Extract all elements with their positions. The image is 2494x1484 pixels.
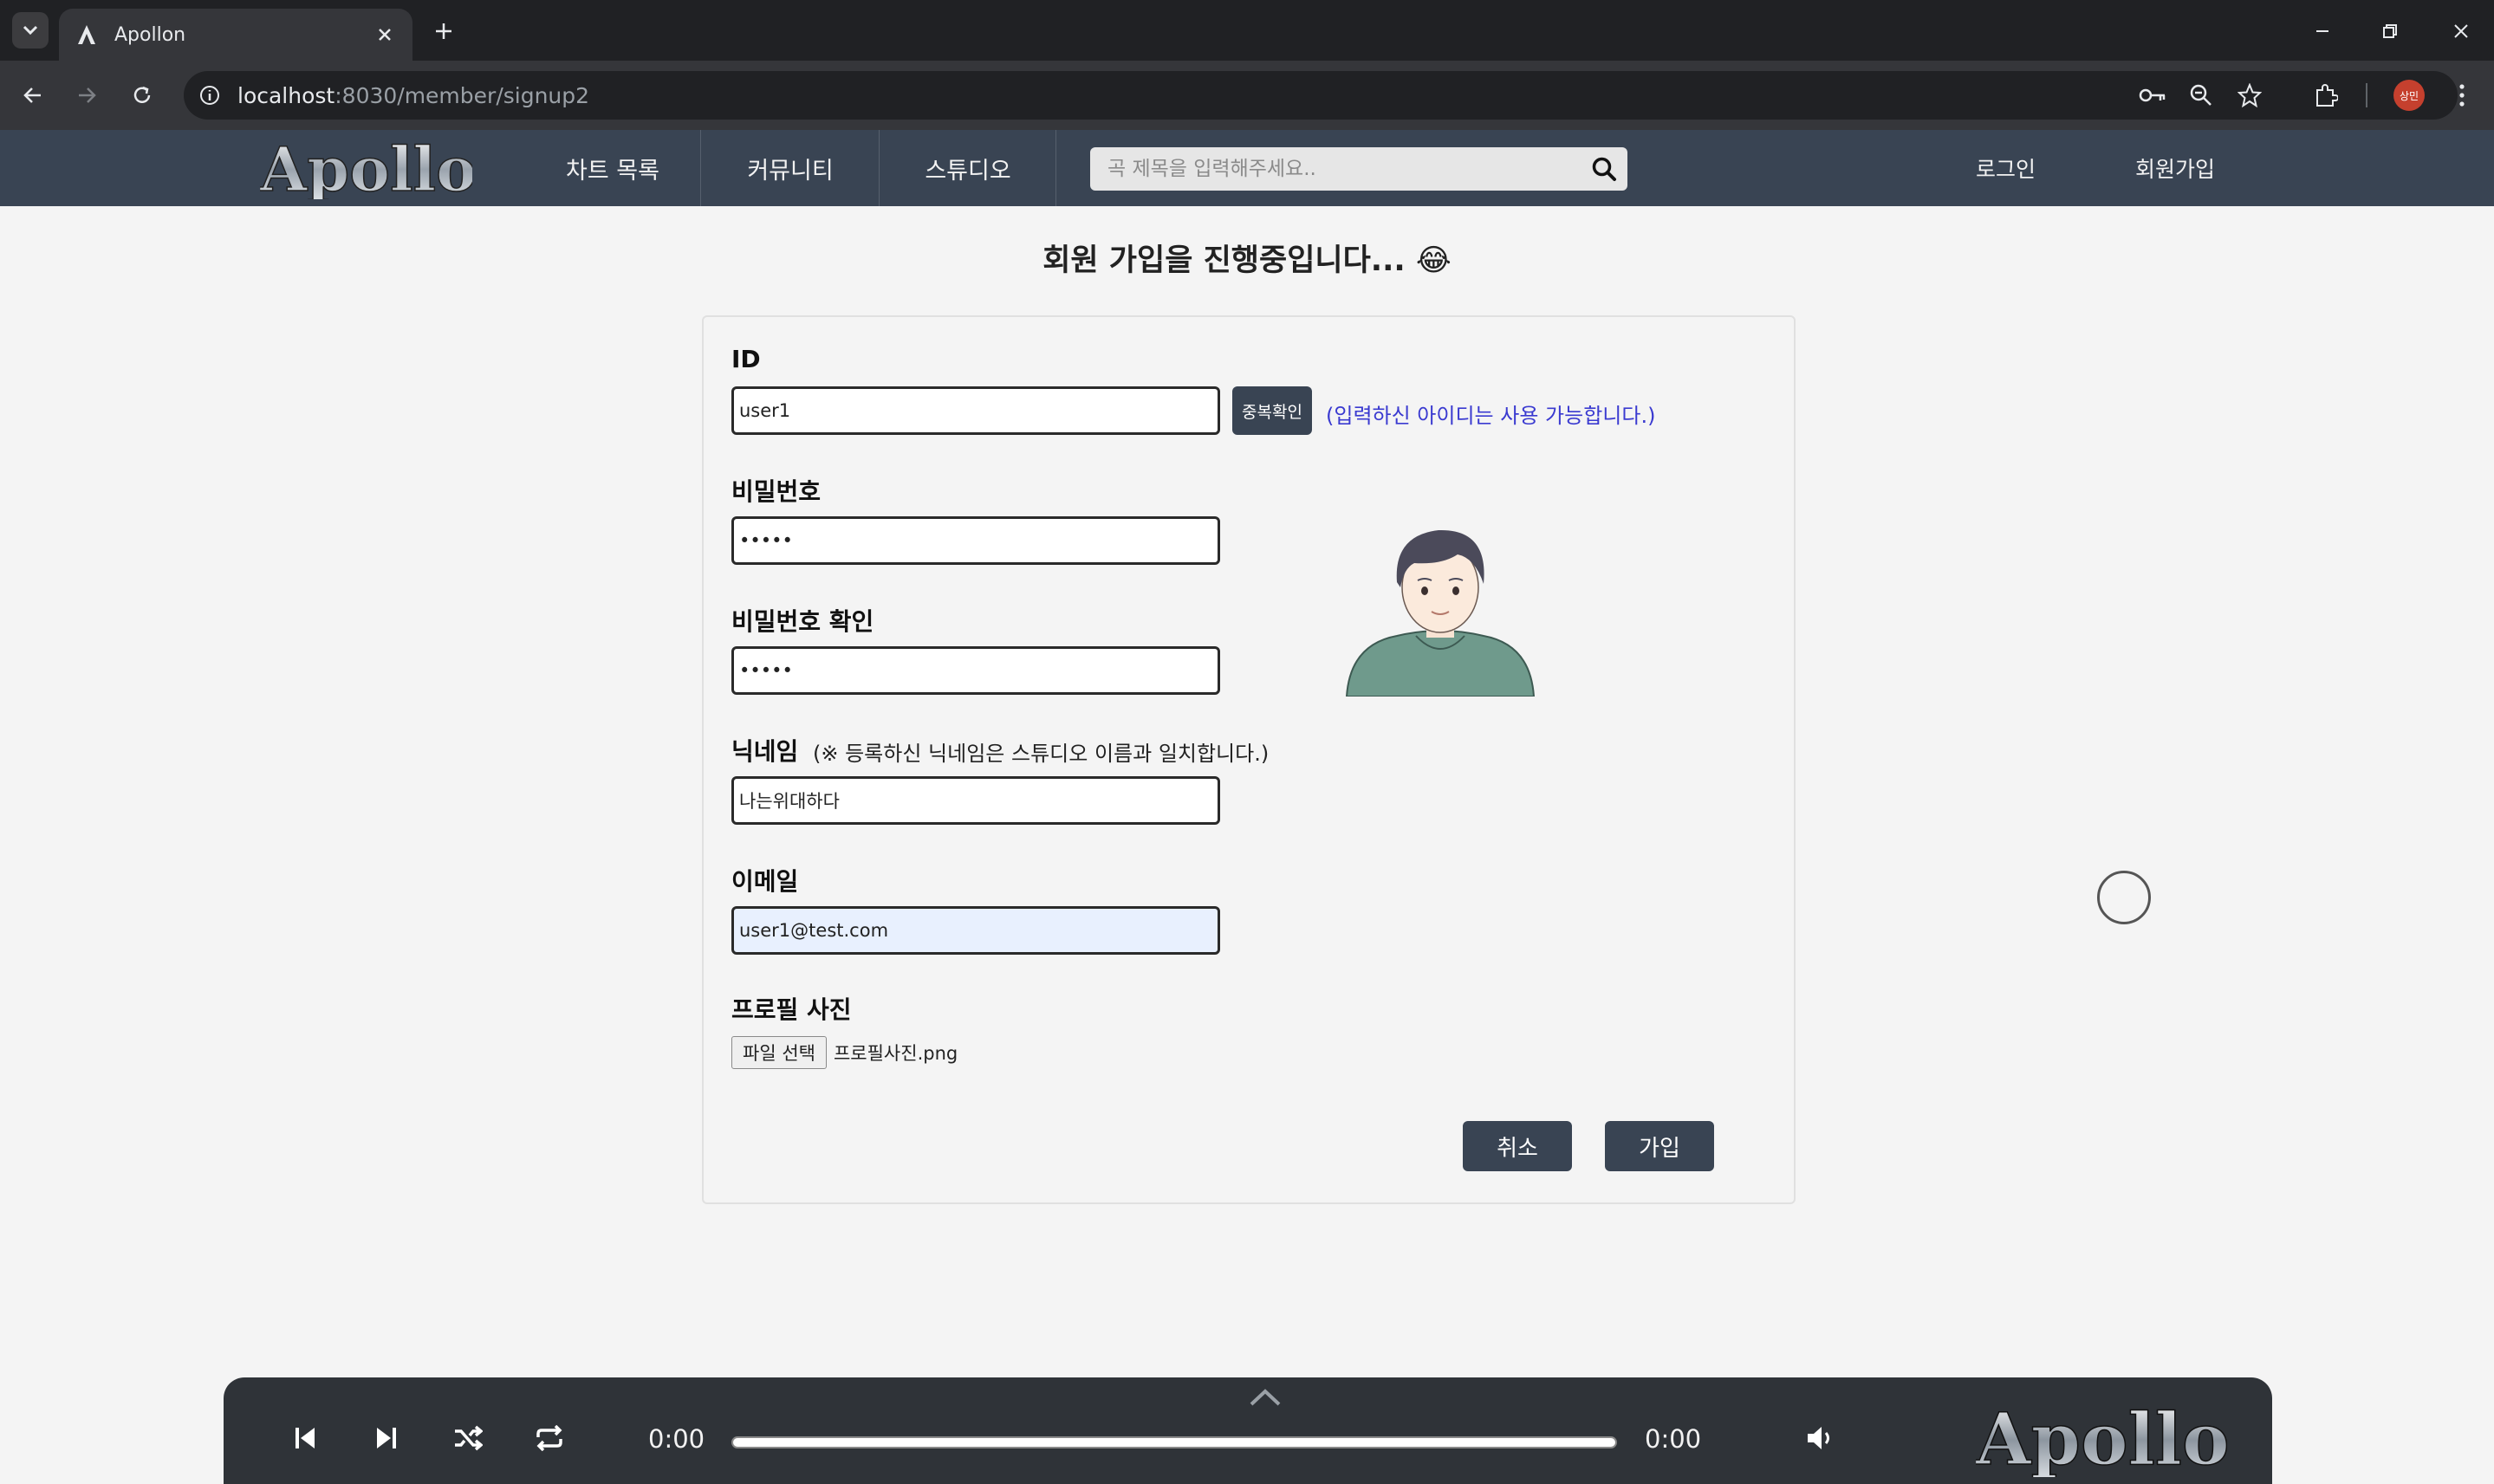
signup-form: ID 중복확인 (입력하신 아이디는 사용 가능합니다.) 비밀번호 비밀번호 … xyxy=(702,315,1796,1204)
arrow-left-icon xyxy=(23,87,41,103)
reload-button[interactable] xyxy=(125,78,159,113)
id-label: ID xyxy=(731,345,761,373)
zoom-icon[interactable] xyxy=(2185,80,2217,111)
tab-search-button[interactable] xyxy=(12,12,49,49)
toolbar-divider xyxy=(2366,83,2367,107)
search-icon[interactable] xyxy=(1589,154,1619,184)
current-time: 0:00 xyxy=(648,1424,705,1454)
restore-button[interactable] xyxy=(2371,12,2409,50)
svg-text:Apollon: Apollon xyxy=(260,137,472,199)
apollon-favicon-icon xyxy=(75,23,99,47)
site-header: Apollon 차트 목록 커뮤니티 스튜디오 로그인 회원가입 xyxy=(0,130,2494,206)
skip-next-icon xyxy=(377,1428,396,1448)
extensions-puzzle-icon[interactable] xyxy=(2310,80,2341,111)
song-search-input[interactable] xyxy=(1090,147,1575,191)
id-input[interactable] xyxy=(731,386,1220,435)
volume-icon xyxy=(1808,1427,1829,1449)
expand-player-button[interactable] xyxy=(1244,1384,1286,1410)
tab-title: Apollon xyxy=(114,23,186,46)
arrow-right-icon xyxy=(79,87,96,103)
shuffle-button[interactable] xyxy=(447,1417,489,1459)
password-label: 비밀번호 xyxy=(731,477,822,506)
nickname-label: 닉네임 xyxy=(731,737,799,766)
repeat-button[interactable] xyxy=(529,1417,570,1459)
nav-chart-list[interactable]: 차트 목록 xyxy=(537,130,688,206)
password-confirm-input[interactable] xyxy=(731,646,1220,695)
join-button[interactable]: 가입 xyxy=(1605,1121,1714,1171)
nav-divider xyxy=(879,130,880,206)
svg-text:Apollon: Apollon xyxy=(1976,1398,2227,1477)
apollon-logo[interactable]: Apollon xyxy=(260,137,472,199)
page-title: 회원 가입을 진행중입니다... 😂 xyxy=(1042,243,1452,278)
cancel-button[interactable]: 취소 xyxy=(1463,1121,1572,1171)
minimize-icon xyxy=(2316,30,2328,32)
address-bar[interactable]: localhost:8030/member/signup2 xyxy=(184,71,2458,120)
total-time: 0:00 xyxy=(1645,1424,1702,1454)
playback-progress-bar[interactable] xyxy=(731,1436,1617,1448)
close-icon xyxy=(2454,24,2468,38)
nav-studio[interactable]: 스튜디오 xyxy=(891,130,1045,206)
nickname-input[interactable] xyxy=(731,776,1220,825)
volume-button[interactable] xyxy=(1799,1417,1841,1459)
password-confirm-label: 비밀번호 확인 xyxy=(731,607,874,636)
cursor-indicator xyxy=(2097,871,2151,924)
nav-divider xyxy=(700,130,701,206)
password-key-icon[interactable] xyxy=(2137,80,2168,111)
password-input[interactable] xyxy=(731,516,1220,565)
nav-divider xyxy=(1055,130,1056,206)
nav-community[interactable]: 커뮤니티 xyxy=(712,130,868,206)
email-label: 이메일 xyxy=(731,867,799,896)
signup-link[interactable]: 회원가입 xyxy=(2135,130,2215,206)
browser-tab[interactable]: Apollon xyxy=(59,9,412,61)
chevron-up-icon xyxy=(1250,1389,1281,1406)
back-button[interactable] xyxy=(16,78,50,113)
chevron-down-icon xyxy=(23,25,38,36)
profile-photo-file-picker: 파일 선택 프로필사진.png xyxy=(731,1036,958,1069)
profile-avatar[interactable]: 상민 xyxy=(2393,80,2425,111)
music-player-bar: 0:00 0:00 Apollon xyxy=(224,1377,2272,1484)
duplicate-check-message: (입력하신 아이디는 사용 가능합니다.) xyxy=(1326,404,1656,428)
apollon-logo: Apollon xyxy=(1976,1397,2227,1477)
profile-preview-image xyxy=(1345,529,1536,697)
minimize-button[interactable] xyxy=(2303,12,2341,50)
plus-icon xyxy=(436,23,451,39)
new-tab-button[interactable] xyxy=(428,16,459,47)
nickname-note: (※ 등록하신 닉네임은 스튜디오 이름과 일치합니다.) xyxy=(813,742,1270,766)
bookmark-star-icon[interactable] xyxy=(2234,80,2265,111)
song-search-box xyxy=(1090,147,1627,191)
email-input[interactable] xyxy=(731,906,1220,955)
profile-photo-label: 프로필 사진 xyxy=(731,995,852,1024)
skip-previous-icon xyxy=(296,1428,315,1448)
login-link[interactable]: 로그인 xyxy=(1976,130,2036,206)
selected-file-name: 프로필사진.png xyxy=(833,1043,958,1064)
url-text: localhost:8030/member/signup2 xyxy=(237,83,590,108)
tab-close-icon[interactable] xyxy=(373,23,397,47)
close-window-button[interactable] xyxy=(2442,12,2480,50)
reload-icon xyxy=(133,86,151,103)
browser-menu-icon[interactable] xyxy=(2449,78,2475,113)
forward-button[interactable] xyxy=(69,78,104,113)
site-info-icon[interactable] xyxy=(194,80,225,111)
previous-track-button[interactable] xyxy=(284,1417,326,1459)
next-track-button[interactable] xyxy=(366,1417,407,1459)
browser-toolbar: localhost:8030/member/signup2 상민 xyxy=(0,61,2494,130)
browser-tabstrip: Apollon xyxy=(0,0,2494,61)
repeat-icon xyxy=(536,1425,562,1451)
duplicate-check-button[interactable]: 중복확인 xyxy=(1232,386,1312,435)
restore-icon xyxy=(2383,24,2397,38)
choose-file-button[interactable]: 파일 선택 xyxy=(731,1036,827,1069)
shuffle-icon xyxy=(455,1425,483,1451)
